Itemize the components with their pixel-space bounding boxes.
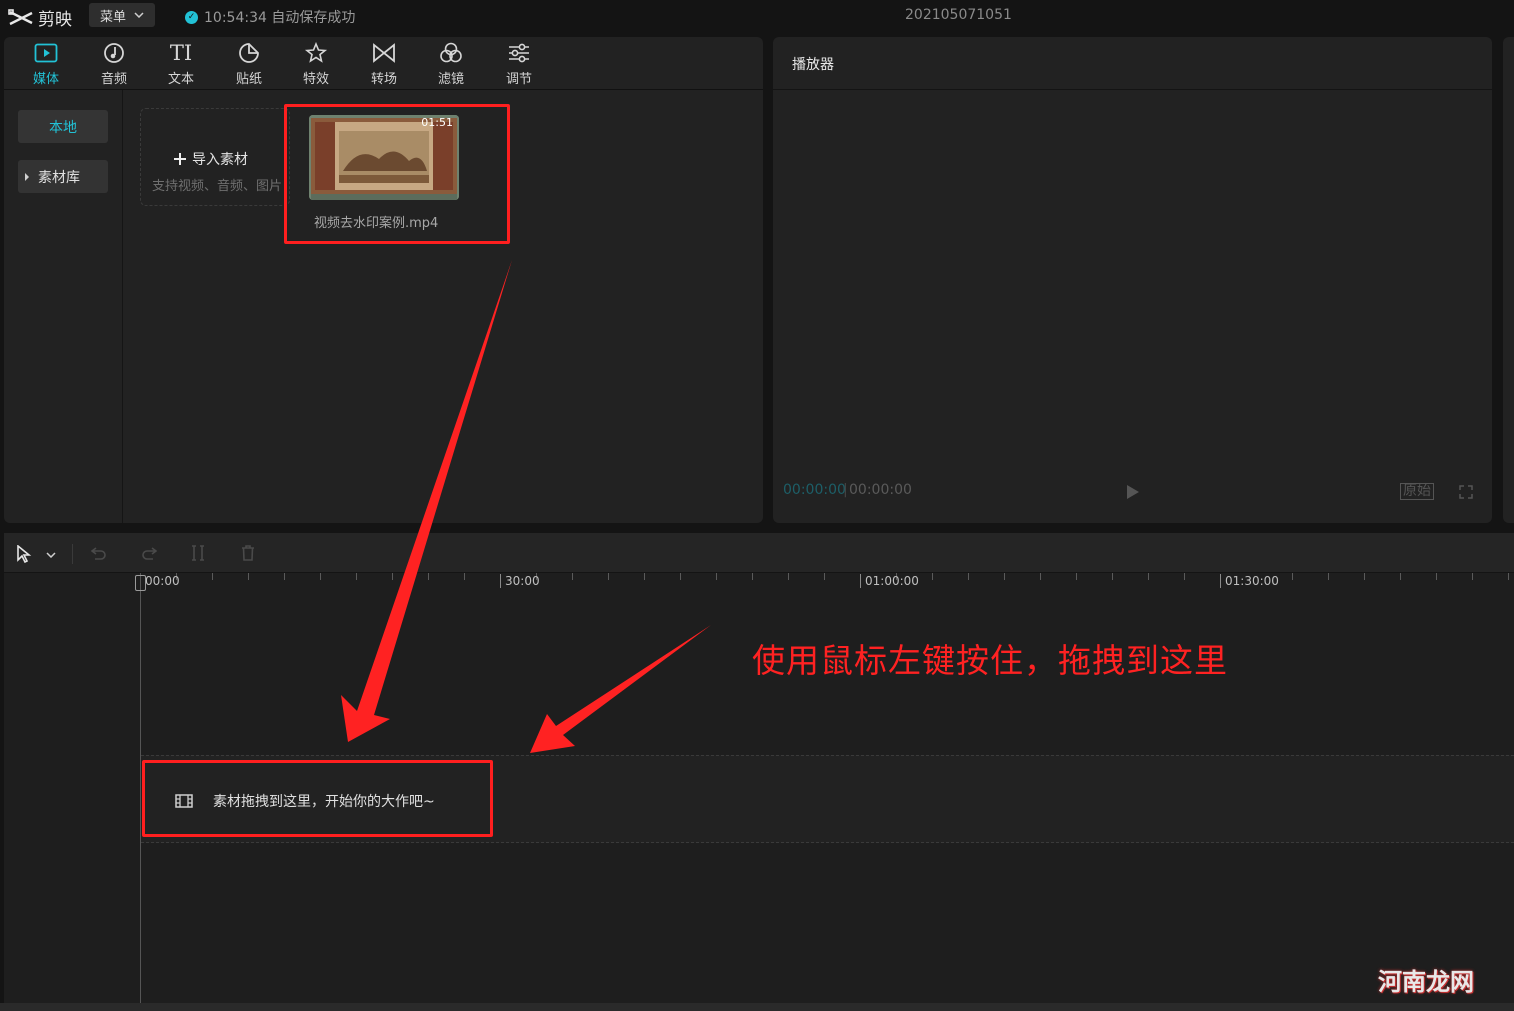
timeline-panel: 00:00 30:00 01:00:00 01:30:00 素材拖拽到这里，开始… — [4, 533, 1514, 1003]
tab-audio[interactable]: 音频 — [87, 41, 141, 89]
ruler-label: 01:00:00 — [860, 574, 919, 588]
title-bar: 剪映 菜单 ✓ 10:54:34 自动保存成功 202105071051 — [0, 0, 1514, 32]
project-name: 202105071051 — [905, 7, 1012, 23]
tab-label: 滤镜 — [437, 72, 464, 87]
sidebar-item-local[interactable]: 本地 — [18, 110, 108, 143]
caret-right-icon — [25, 172, 29, 181]
undo-icon[interactable] — [91, 546, 107, 560]
menu-button[interactable]: 菜单 — [89, 3, 155, 27]
app-logo: 剪映 — [8, 5, 72, 30]
current-timecode: 00:00:00 — [783, 482, 846, 498]
plus-icon — [174, 153, 186, 165]
tab-sticker[interactable]: 贴纸 — [222, 41, 276, 89]
right-panel-edge — [1503, 37, 1514, 523]
tab-label: 特效 — [302, 72, 329, 87]
player-panel: 播放器 00:00:00 00:00:00 | 原始 — [773, 37, 1492, 523]
sidebar-item-library[interactable]: 素材库 — [18, 160, 108, 193]
app-name: 剪映 — [38, 10, 72, 30]
track-header-column — [4, 573, 140, 1003]
resource-toolbar: 媒体 音频 TI 文本 贴纸 特效 转场 滤镜 调节 — [4, 37, 763, 90]
playhead-line[interactable] — [140, 573, 141, 1003]
import-hint: 支持视频、音频、图片 — [152, 179, 283, 194]
transition-icon — [373, 43, 395, 63]
tab-label: 转场 — [370, 72, 397, 87]
tab-label: 调节 — [505, 72, 532, 87]
play-icon[interactable] — [1126, 484, 1140, 500]
toolbar-divider — [72, 544, 73, 564]
ruler-label: 30:00 — [500, 574, 540, 588]
timeline-toolbar — [4, 533, 1514, 573]
playhead-handle[interactable] — [135, 575, 146, 591]
autosave-text: 10:54:34 自动保存成功 — [204, 10, 356, 26]
player-title: 播放器 — [792, 57, 834, 73]
import-label: 导入素材 — [174, 149, 248, 169]
tab-label: 贴纸 — [235, 72, 262, 87]
annotation-text: 使用鼠标左键按住，拖拽到这里 — [752, 641, 1228, 680]
tab-label: 文本 — [167, 72, 194, 87]
tab-effects[interactable]: 特效 — [289, 41, 343, 89]
highlight-box-media — [284, 104, 510, 244]
tab-label: 音频 — [100, 72, 127, 87]
sidebar-item-label: 素材库 — [38, 169, 80, 186]
highlight-box-track — [142, 760, 493, 837]
total-timecode: 00:00:00 — [849, 482, 912, 498]
adjust-icon — [509, 43, 529, 63]
media-icon — [34, 43, 58, 63]
audio-icon — [104, 43, 124, 63]
media-panel: 媒体 音频 TI 文本 贴纸 特效 转场 滤镜 调节 本地 素材库 导入素材 支… — [4, 37, 763, 523]
player-header: 播放器 — [773, 37, 1492, 90]
tab-label: 媒体 — [32, 72, 59, 87]
chevron-down-icon — [134, 12, 144, 18]
timecode-separator: | — [843, 482, 848, 498]
tab-filter[interactable]: 滤镜 — [424, 41, 478, 89]
sticker-icon — [239, 43, 259, 63]
redo-icon[interactable] — [141, 546, 157, 560]
fullscreen-icon[interactable] — [1459, 485, 1473, 499]
check-circle-icon: ✓ — [185, 10, 198, 24]
tab-text[interactable]: TI 文本 — [154, 41, 208, 89]
effects-icon — [304, 42, 328, 63]
tab-transition[interactable]: 转场 — [357, 41, 411, 89]
time-ruler[interactable]: 00:00 30:00 01:00:00 01:30:00 — [4, 573, 1514, 601]
media-sidebar: 本地 素材库 — [4, 90, 123, 523]
tab-adjust[interactable]: 调节 — [492, 41, 546, 89]
filter-icon — [440, 42, 462, 63]
watermark: 河南龙网 — [1378, 968, 1474, 996]
ratio-button[interactable]: 原始 — [1400, 483, 1434, 500]
chevron-down-icon[interactable] — [46, 552, 56, 558]
delete-icon[interactable] — [241, 545, 255, 561]
ruler-label: 01:30:00 — [1220, 574, 1279, 588]
autosave-status: ✓ 10:54:34 自动保存成功 — [185, 7, 355, 27]
menu-label: 菜单 — [99, 9, 126, 25]
split-icon[interactable] — [191, 545, 205, 561]
tab-media[interactable]: 媒体 — [19, 41, 73, 89]
import-text: 导入素材 — [192, 152, 248, 168]
import-media-button[interactable]: 导入素材 支持视频、音频、图片 — [140, 108, 290, 206]
bottom-scrollbar[interactable] — [0, 1003, 1514, 1011]
select-cursor-icon[interactable] — [16, 545, 32, 563]
capcut-logo-icon — [8, 8, 33, 25]
text-icon: TI — [169, 41, 193, 65]
